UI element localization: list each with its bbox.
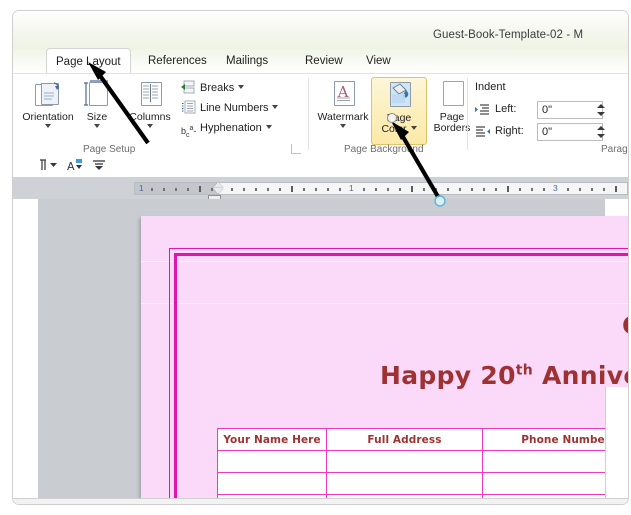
- orientation-icon: [33, 79, 63, 109]
- hyphenation-label: Hyphenation: [200, 122, 262, 134]
- tab-page-layout[interactable]: Page Layout: [46, 48, 131, 74]
- ruler-left-margin: [135, 183, 219, 194]
- window-frame: Guest-Book-Template-02 - M Page Layout R…: [12, 10, 629, 505]
- chevron-down-icon[interactable]: [340, 124, 346, 128]
- breaks-button[interactable]: Breaks: [181, 80, 245, 97]
- page-borders-label-line2: Borders: [433, 122, 471, 134]
- guest-table[interactable]: Your Name Here Full Address Phone Numbe: [217, 428, 628, 504]
- mini-toolbar: A: [13, 156, 628, 178]
- page-color-label-line2: Color: [381, 123, 407, 135]
- tab-mailings[interactable]: Mailings: [217, 49, 277, 73]
- ruler-zone: 1 1 3: [13, 177, 628, 205]
- subheading-ordinal: th: [515, 362, 534, 379]
- paragraph-group-label: Parag: [601, 144, 628, 155]
- document-heading: Guest Bo: [622, 311, 628, 340]
- chevron-down-icon[interactable]: [45, 124, 51, 128]
- document-page[interactable]: Guest Bo Happy 20th Anniversary M Your N…: [141, 216, 628, 504]
- document-subheading: Happy 20th Anniversary M: [379, 361, 628, 390]
- columns-icon: [135, 79, 165, 109]
- ruler-number: 1: [139, 182, 144, 193]
- ruler-number: 1: [349, 182, 354, 193]
- hyphenation-icon: bca-: [181, 125, 197, 139]
- svg-text:A: A: [67, 160, 75, 173]
- page-setup-group-label: Page Setup: [83, 144, 136, 155]
- indent-section-title: Indent: [475, 81, 506, 93]
- chevron-down-icon[interactable]: [238, 85, 245, 89]
- indent-left-icon: [475, 103, 490, 117]
- watermark-button[interactable]: A Watermark: [316, 79, 370, 128]
- column-header-address: Full Address: [326, 428, 483, 451]
- table-cell[interactable]: [217, 472, 327, 495]
- word-window: Guest-Book-Template-02 - M Page Layout R…: [13, 11, 628, 504]
- bottom-strip: [13, 498, 628, 504]
- indent-right-input[interactable]: 0": [537, 123, 603, 141]
- subheading-part1: Happy 20: [379, 361, 516, 390]
- indent-right-stepper[interactable]: [595, 123, 607, 141]
- align-icon[interactable]: [91, 158, 111, 176]
- column-header-name: Your Name Here: [217, 428, 327, 451]
- columns-label: Columns: [129, 111, 171, 123]
- size-label: Size: [86, 111, 108, 123]
- horizontal-ruler[interactable]: 1 1 3: [134, 182, 628, 195]
- subheading-part2: Anniversary M: [542, 361, 628, 390]
- chevron-down-icon[interactable]: [410, 126, 417, 130]
- table-cell[interactable]: [326, 472, 483, 495]
- group-separator: [308, 78, 309, 150]
- ribbon-tab-strip: Page Layout References Mailings Review V…: [13, 48, 628, 74]
- ruler-number: 3: [553, 182, 558, 193]
- orientation-button[interactable]: Orientation: [21, 79, 75, 128]
- columns-button[interactable]: Columns: [123, 79, 177, 128]
- page-color-icon: [384, 80, 414, 110]
- page-setup-dialog-launcher[interactable]: [291, 144, 301, 154]
- table-header-row: Your Name Here Full Address Phone Numbe: [217, 428, 628, 451]
- table-cell[interactable]: [217, 450, 327, 473]
- page-borders-icon: [437, 79, 467, 109]
- text-effects-icon[interactable]: A: [65, 158, 85, 176]
- page-color-button[interactable]: Page Color: [371, 77, 427, 145]
- tab-view[interactable]: View: [357, 49, 400, 73]
- title-bar: Guest-Book-Template-02 - M: [13, 11, 628, 49]
- indent-right-icon: [475, 125, 490, 139]
- document-canvas: Guest Bo Happy 20th Anniversary M Your N…: [13, 199, 628, 504]
- line-numbers-button[interactable]: Line Numbers: [181, 100, 279, 117]
- ribbon-body: Orientation Size Columns Breaks Line Num…: [13, 73, 628, 158]
- size-button[interactable]: Size: [70, 79, 124, 128]
- screenshot-root: Guest-Book-Template-02 - M Page Layout R…: [0, 0, 631, 515]
- table-row[interactable]: [217, 450, 628, 473]
- watermark-label: Watermark: [317, 111, 369, 123]
- indent-right-label: Right:: [495, 125, 524, 137]
- line-numbers-icon: [181, 100, 196, 114]
- document-workspace: Guest Bo Happy 20th Anniversary M Your N…: [38, 199, 628, 504]
- table-cell[interactable]: [326, 450, 483, 473]
- tab-review[interactable]: Review: [296, 49, 352, 73]
- paragraph-marks-icon[interactable]: [39, 158, 59, 176]
- chevron-down-icon[interactable]: [147, 124, 153, 128]
- indent-left-label: Left:: [495, 103, 517, 115]
- indent-left-input[interactable]: 0": [537, 101, 603, 119]
- chevron-down-icon[interactable]: [272, 105, 279, 109]
- chevron-down-icon[interactable]: [265, 125, 272, 129]
- page-background-group-label: Page Background: [344, 144, 424, 155]
- indent-left-row: Left: 0": [475, 101, 625, 120]
- right-gutter: [605, 387, 628, 504]
- group-separator: [467, 78, 468, 150]
- page-size-icon: [82, 79, 112, 109]
- chevron-down-icon[interactable]: [94, 124, 100, 128]
- line-numbers-label: Line Numbers: [200, 102, 269, 114]
- window-title: Guest-Book-Template-02 - M: [433, 29, 584, 41]
- breaks-icon: [181, 80, 196, 94]
- hyphenation-button[interactable]: bca- Hyphenation: [181, 120, 272, 139]
- table-row[interactable]: [217, 472, 628, 495]
- page-borders-button[interactable]: Page Borders: [425, 79, 479, 134]
- indent-right-row: Right: 0": [475, 123, 625, 142]
- indent-left-stepper[interactable]: [595, 101, 607, 119]
- orientation-label: Orientation: [22, 111, 74, 123]
- breaks-label: Breaks: [200, 82, 235, 94]
- tab-references[interactable]: References: [139, 49, 216, 73]
- watermark-icon: A: [328, 79, 358, 109]
